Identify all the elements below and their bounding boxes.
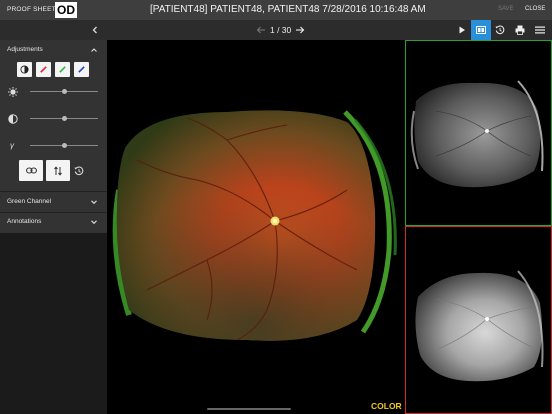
swap-vertical-icon [54, 165, 62, 176]
top-bar: PROOF SHEET OD [PATIENT48] PATIENT48, PA… [0, 0, 552, 20]
brightness-slider-knob[interactable] [61, 89, 67, 94]
compare-icon [476, 26, 486, 34]
previous-arrow-icon[interactable] [255, 24, 267, 36]
menu-button[interactable] [530, 20, 550, 40]
image-type-label: COLOR [371, 401, 402, 411]
blue-channel-button[interactable] [74, 62, 89, 77]
next-arrow-icon[interactable] [294, 24, 306, 36]
gamma-slider-knob[interactable] [61, 143, 67, 148]
red-channel-image [415, 270, 544, 382]
proof-sheet-button[interactable]: PROOF SHEET [7, 6, 56, 13]
compare-button[interactable] [471, 20, 491, 40]
annotations-section[interactable]: Annotations [0, 213, 107, 233]
annotations-label: Annotations [7, 218, 42, 225]
blue-pencil-icon [78, 66, 85, 73]
red-channel-button[interactable] [36, 62, 51, 77]
retina-color-image [112, 110, 397, 341]
play-button[interactable] [452, 20, 472, 40]
history-icon [495, 25, 505, 35]
print-icon [515, 25, 525, 35]
main-image-viewer[interactable] [107, 40, 405, 414]
print-button[interactable] [510, 20, 530, 40]
green-channel-section[interactable]: Green Channel [0, 192, 107, 212]
chevron-up-icon[interactable] [90, 46, 98, 54]
adjustments-panel: Adjustments γ [0, 40, 107, 191]
sidebar: Adjustments γ Green Channel Annotations [0, 40, 107, 414]
green-channel-image [410, 80, 544, 188]
green-channel-label: Green Channel [7, 198, 52, 205]
contrast-slider-knob[interactable] [61, 116, 67, 121]
contrast-icon [20, 65, 29, 74]
eye-badge: OD [55, 2, 77, 18]
toolbar: 1 / 30 [0, 20, 552, 40]
horizontal-scrollbar[interactable] [207, 408, 291, 410]
page-counter: 1 / 30 [270, 25, 292, 35]
close-button[interactable]: CLOSE [525, 6, 545, 12]
gamma-label: γ [10, 141, 14, 150]
link-button[interactable] [19, 160, 43, 181]
history-button[interactable] [490, 20, 510, 40]
menu-icon [535, 26, 545, 34]
contrast-adjust-icon [8, 114, 18, 124]
collapse-sidebar-icon[interactable] [89, 24, 101, 36]
green-channel-thumbnail[interactable] [405, 40, 552, 226]
green-pencil-icon [59, 66, 66, 73]
contrast-channel-button[interactable] [17, 62, 32, 77]
save-button[interactable]: SAVE [498, 6, 514, 12]
play-icon [459, 26, 465, 34]
page-title: [PATIENT48] PATIENT48, PATIENT48 7/28/20… [150, 4, 426, 15]
green-channel-button[interactable] [55, 62, 70, 77]
red-channel-thumbnail[interactable] [405, 226, 552, 414]
swap-button[interactable] [46, 160, 70, 181]
chevron-down-icon [91, 220, 97, 225]
adjustments-label[interactable]: Adjustments [7, 46, 43, 53]
chevron-down-icon [91, 200, 97, 205]
brightness-icon [8, 87, 18, 97]
reset-icon[interactable] [74, 166, 84, 176]
link-icon [25, 167, 37, 174]
red-pencil-icon [40, 66, 47, 73]
